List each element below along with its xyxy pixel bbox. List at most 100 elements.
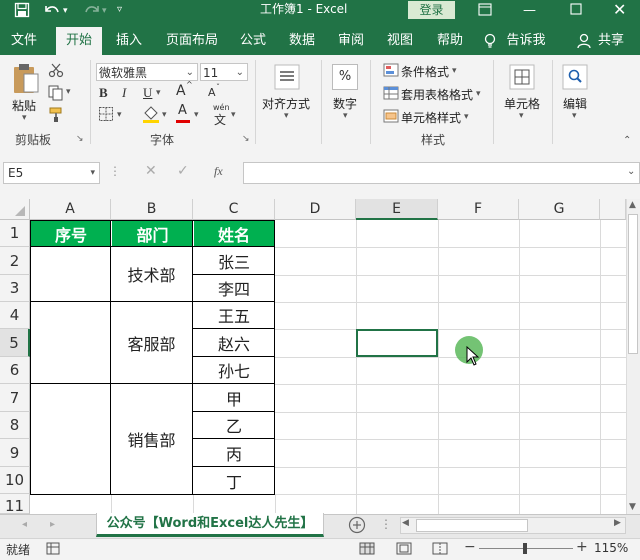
editing-search-icon[interactable] — [562, 64, 588, 93]
column-header-c[interactable]: C — [193, 199, 275, 220]
italic-button[interactable]: I — [122, 85, 126, 101]
zoom-out-icon[interactable]: − — [464, 539, 476, 555]
cut-scissors-icon[interactable] — [48, 62, 64, 81]
scroll-down-icon[interactable]: ▼ — [629, 502, 636, 512]
borders-icon[interactable] — [98, 106, 114, 125]
conditional-dropdown-icon[interactable]: ▾ — [452, 66, 457, 76]
department-cell[interactable]: 客服部 — [111, 302, 192, 383]
format-table-dropdown-icon[interactable]: ▾ — [476, 89, 481, 99]
cell-styles-dropdown-icon[interactable]: ▾ — [464, 112, 469, 122]
phonetic-dropdown-icon[interactable]: ▾ — [231, 110, 236, 120]
font-size-combo[interactable]: 11 ⌄ — [200, 63, 248, 81]
normal-view-icon[interactable] — [359, 542, 375, 558]
number-dropdown-icon[interactable]: ▾ — [343, 111, 348, 121]
name-cell[interactable]: 乙 — [193, 412, 275, 438]
sheet-next-icon[interactable]: ▸ — [50, 519, 55, 530]
font-launcher-icon[interactable]: ↘ — [242, 134, 250, 144]
tab-view[interactable]: 视图 — [382, 27, 418, 55]
collapse-ribbon-icon[interactable]: ⌃ — [623, 135, 631, 146]
add-sheet-icon[interactable] — [348, 516, 366, 537]
department-cell[interactable]: 销售部 — [111, 384, 192, 494]
column-header-g[interactable]: G — [519, 199, 600, 220]
row-header-9[interactable]: 9 — [0, 439, 30, 467]
name-cell[interactable]: 李四 — [193, 275, 275, 301]
alignment-button[interactable]: 对齐方式 — [262, 95, 310, 112]
copy-icon[interactable] — [48, 85, 66, 104]
font-color-dropdown-icon[interactable]: ▾ — [194, 110, 199, 120]
font-color-button[interactable]: A — [178, 103, 187, 118]
minimize-icon[interactable]: — — [523, 3, 536, 18]
editing-button[interactable]: 编辑 — [563, 95, 587, 112]
sheet-prev-icon[interactable]: ◂ — [22, 519, 27, 530]
borders-dropdown-icon[interactable]: ▾ — [117, 110, 122, 120]
format-as-table-button[interactable]: 套用表格格式 — [401, 86, 473, 103]
tab-file[interactable]: 文件 — [6, 27, 42, 55]
paste-dropdown-icon[interactable]: ▾ — [22, 113, 27, 123]
name-cell[interactable]: 王五 — [193, 302, 275, 328]
conditional-formatting-button[interactable]: 条件格式 — [401, 63, 449, 80]
department-cell[interactable]: 技术部 — [111, 247, 192, 301]
select-all-corner[interactable] — [0, 199, 30, 220]
editing-dropdown-icon[interactable]: ▾ — [572, 111, 577, 121]
row-header-7[interactable]: 7 — [0, 384, 30, 412]
row-header-3[interactable]: 3 — [0, 275, 30, 302]
save-icon[interactable] — [14, 2, 30, 22]
tab-formulas[interactable]: 公式 — [235, 27, 271, 55]
row-header-8[interactable]: 8 — [0, 412, 30, 439]
tab-insert[interactable]: 插入 — [110, 27, 148, 55]
confirm-entry-icon[interactable]: ✓ — [177, 163, 189, 179]
tab-split-handle-icon[interactable]: ⋮ — [380, 517, 392, 531]
page-layout-view-icon[interactable] — [396, 542, 412, 558]
header-cell-index[interactable]: 序号 — [31, 221, 111, 247]
underline-dropdown-icon[interactable]: ▾ — [156, 88, 161, 98]
formula-input[interactable] — [243, 162, 640, 184]
row-header-6[interactable]: 6 — [0, 357, 30, 384]
cells-button[interactable]: 单元格 — [504, 95, 540, 112]
row-header-11[interactable]: 11 — [0, 494, 30, 515]
cells-dropdown-icon[interactable]: ▾ — [519, 111, 524, 121]
underline-button[interactable]: U — [143, 85, 152, 101]
zoom-in-icon[interactable]: + — [576, 539, 588, 555]
undo-icon[interactable] — [42, 2, 62, 22]
name-cell[interactable]: 张三 — [193, 247, 275, 274]
tell-me-search[interactable]: 告诉我 — [506, 27, 546, 55]
name-box[interactable]: E5 ▾ — [3, 162, 100, 184]
tab-help[interactable]: 帮助 — [432, 27, 468, 55]
ribbon-display-options-icon[interactable] — [478, 3, 492, 19]
column-header-e[interactable]: E — [356, 199, 438, 220]
undo-dropdown-icon[interactable]: ▾ — [63, 6, 68, 16]
header-cell-department[interactable]: 部门 — [112, 221, 193, 247]
phonetic-guide-button[interactable]: 文 — [214, 111, 226, 128]
sheet-tab-active[interactable]: 公众号【Word和Excel达人先生】 — [96, 513, 324, 537]
clipboard-launcher-icon[interactable]: ↘ — [76, 134, 84, 144]
fill-color-bucket-icon[interactable] — [141, 104, 161, 127]
more-options-icon[interactable]: ⋮ — [109, 164, 121, 178]
alignment-icon[interactable] — [274, 64, 300, 93]
row-header-2[interactable]: 2 — [0, 247, 30, 275]
tab-data[interactable]: 数据 — [284, 27, 320, 55]
name-cell[interactable]: 丁 — [193, 467, 275, 494]
tab-page-layout[interactable]: 页面布局 — [163, 27, 221, 55]
cells-icon[interactable] — [509, 64, 535, 93]
alignment-dropdown-icon[interactable]: ▾ — [284, 111, 289, 121]
name-box-dropdown-icon[interactable]: ▾ — [90, 163, 95, 183]
cell-styles-button[interactable]: 单元格样式 — [401, 109, 461, 126]
row-header-5[interactable]: 5 — [0, 329, 30, 357]
grow-font-button[interactable]: A — [176, 83, 186, 99]
redo-icon[interactable] — [82, 2, 102, 22]
column-header-a[interactable]: A — [30, 199, 111, 220]
scroll-right-icon[interactable]: ▶ — [614, 518, 621, 528]
header-cell-name[interactable]: 姓名 — [194, 221, 274, 247]
bold-button[interactable]: B — [99, 85, 108, 101]
tab-review[interactable]: 审阅 — [333, 27, 369, 55]
conditional-formatting-icon[interactable] — [383, 63, 399, 80]
paste-clipboard-icon[interactable] — [12, 62, 40, 99]
share-button[interactable]: 共享 — [594, 27, 628, 55]
expand-formula-bar-icon[interactable]: ⌄ — [627, 166, 635, 177]
page-break-view-icon[interactable] — [432, 542, 448, 558]
maximize-icon[interactable] — [570, 3, 582, 18]
vertical-scroll-thumb[interactable] — [628, 214, 638, 354]
name-cell[interactable]: 赵六 — [193, 329, 275, 356]
column-header-d[interactable]: D — [275, 199, 356, 220]
cell-styles-icon[interactable] — [383, 109, 399, 126]
